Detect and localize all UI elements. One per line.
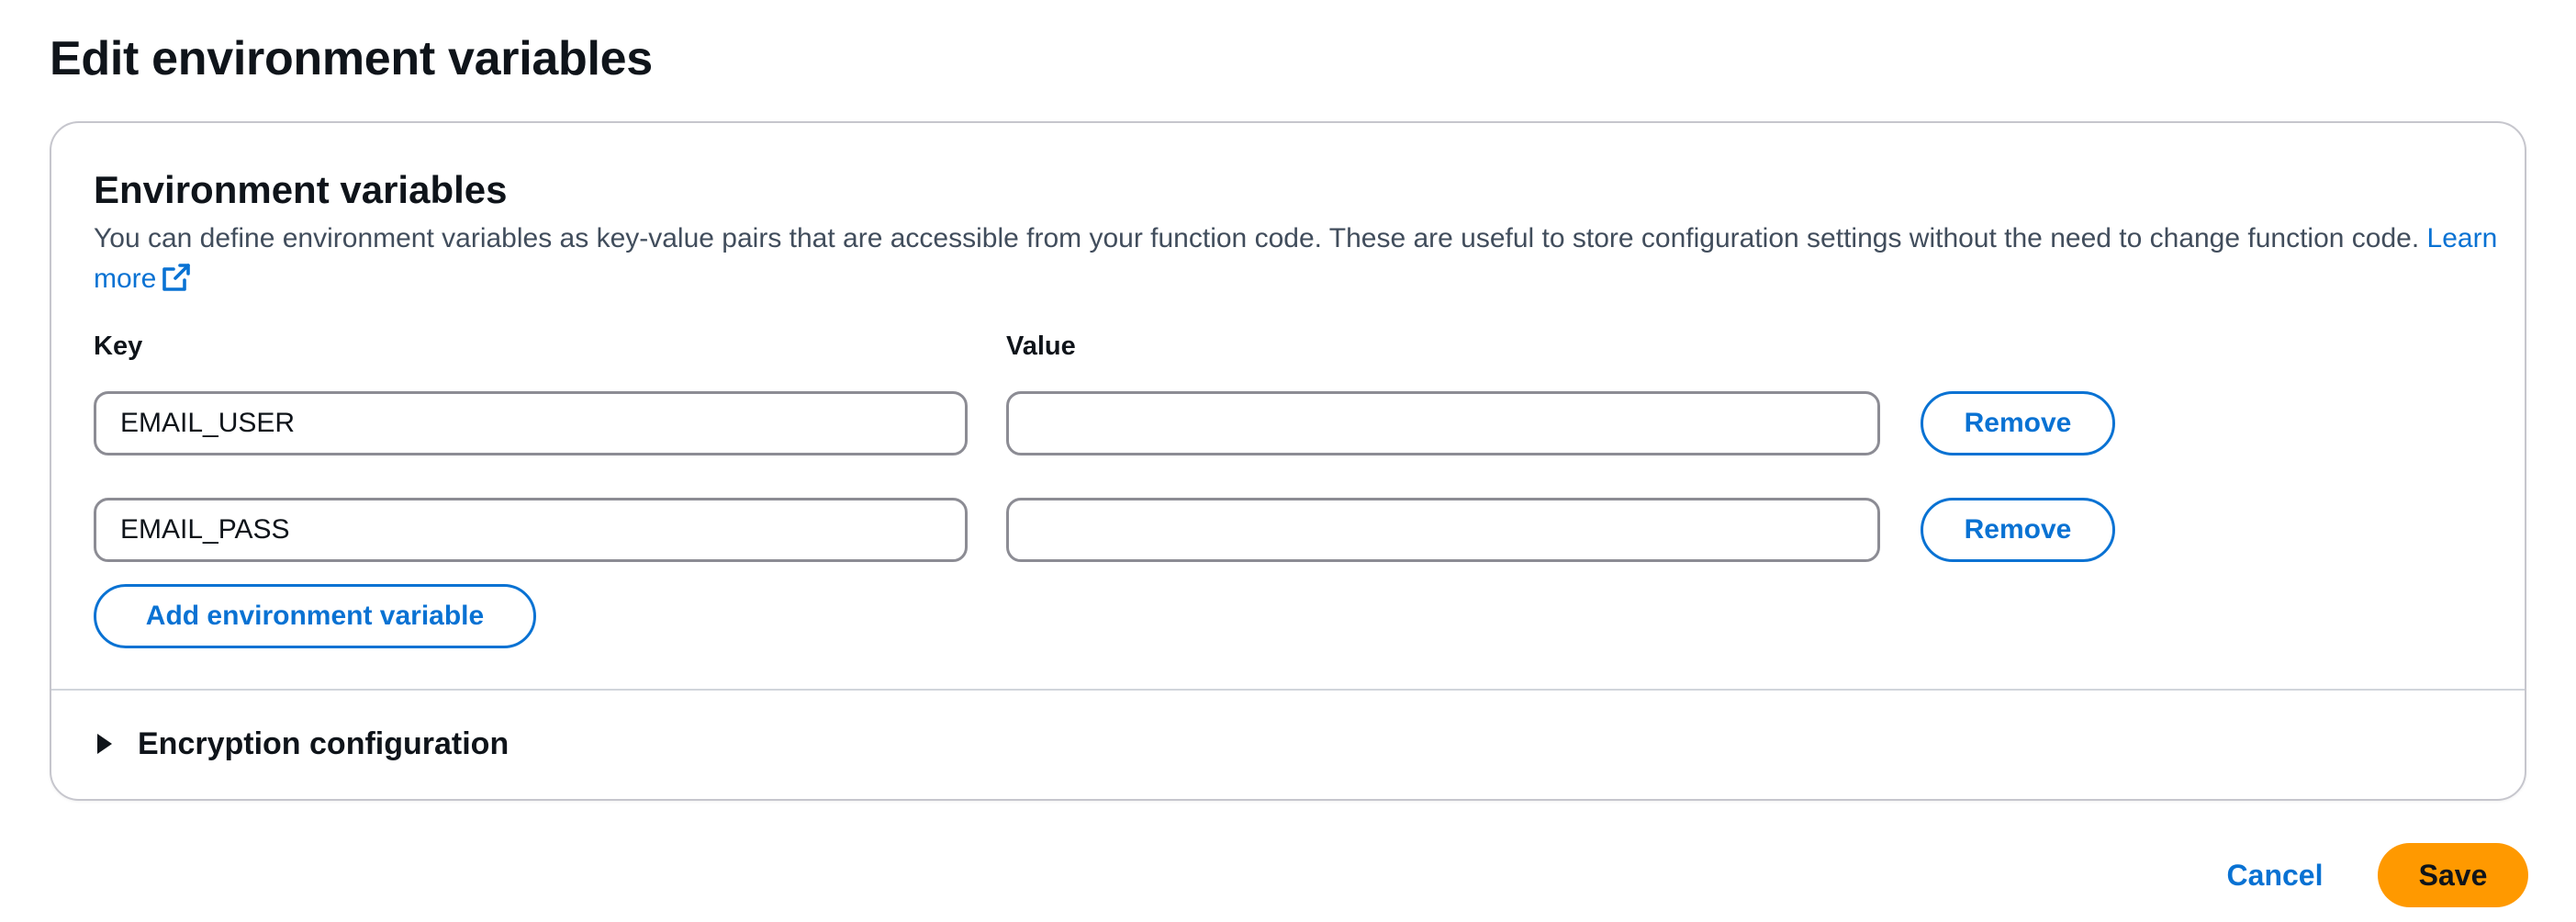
encryption-configuration-expander[interactable]: Encryption configuration [97, 722, 509, 766]
section-description: You can define environment variables as … [94, 219, 2499, 304]
remove-button-2[interactable]: Remove [1921, 498, 2115, 562]
encryption-configuration-label: Encryption configuration [138, 726, 510, 761]
environment-variables-panel: Environment variables You can define env… [50, 121, 2526, 801]
page-title: Edit environment variables [50, 32, 653, 85]
section-divider [51, 689, 2525, 691]
remove-button-1[interactable]: Remove [1921, 391, 2115, 455]
external-link-icon [162, 263, 191, 304]
description-text: You can define environment variables as … [94, 223, 2420, 253]
add-environment-variable-button[interactable]: Add environment variable [94, 584, 536, 648]
cancel-button[interactable]: Cancel [2211, 843, 2339, 907]
section-title: Environment variables [94, 168, 508, 211]
key-input-1[interactable] [94, 391, 968, 455]
caret-right-icon [97, 734, 112, 754]
value-column-label: Value [1006, 332, 1076, 361]
key-input-2[interactable] [94, 498, 968, 562]
value-input-2[interactable] [1006, 498, 1880, 562]
value-input-1[interactable] [1006, 391, 1880, 455]
save-button[interactable]: Save [2378, 843, 2528, 907]
key-column-label: Key [94, 332, 143, 361]
